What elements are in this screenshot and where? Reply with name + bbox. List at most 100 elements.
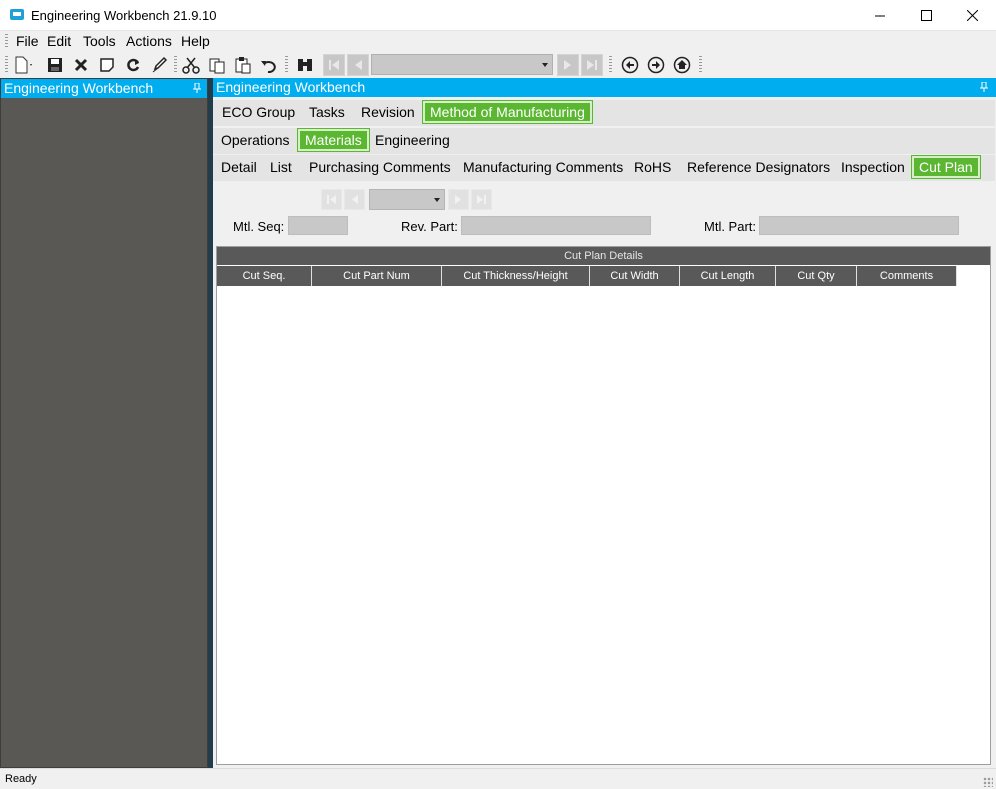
clear-icon	[100, 58, 114, 72]
delete-button[interactable]	[70, 54, 92, 76]
cutplan-last-button[interactable]	[471, 189, 492, 210]
chevron-down-icon	[542, 63, 548, 67]
toolbar-grip	[285, 56, 288, 74]
cutplan-first-button[interactable]	[321, 189, 342, 210]
column-header-comments[interactable]: Comments	[857, 266, 957, 286]
right-panel-header: Engineering Workbench	[213, 78, 996, 97]
menu-help[interactable]: Help	[181, 33, 210, 49]
copy-icon	[209, 58, 225, 74]
column-header-cut-part-num[interactable]: Cut Part Num	[312, 266, 442, 286]
tab-eco-group[interactable]: ECO Group	[222, 104, 295, 120]
menu-tools[interactable]: Tools	[83, 33, 116, 49]
record-selector-combo[interactable]	[371, 54, 553, 75]
last-record-icon	[477, 195, 486, 204]
mtl-seq-field[interactable]	[288, 216, 348, 235]
cutplan-record-combo[interactable]	[369, 189, 445, 210]
column-header-cut-qty[interactable]: Cut Qty	[776, 266, 857, 286]
tab-cut-plan[interactable]: Cut Plan	[912, 156, 980, 178]
close-button[interactable]	[949, 0, 995, 31]
tab-manufacturing-comments[interactable]: Manufacturing Comments	[463, 159, 623, 175]
tab-revision[interactable]: Revision	[361, 104, 415, 120]
tab-materials[interactable]: Materials	[298, 129, 369, 151]
cutplan-previous-button[interactable]	[344, 189, 365, 210]
pin-icon[interactable]	[980, 82, 988, 92]
app-icon	[10, 9, 24, 20]
search-button[interactable]	[294, 54, 316, 76]
tab-tasks[interactable]: Tasks	[309, 104, 345, 120]
tab-method-of-manufacturing[interactable]: Method of Manufacturing	[423, 101, 592, 123]
right-panel: Engineering Workbench ECO Group Tasks Re…	[212, 78, 996, 768]
cut-button[interactable]	[180, 54, 202, 76]
paste-icon	[235, 57, 251, 74]
toolbar-grip	[609, 56, 612, 74]
left-panel: Engineering Workbench	[0, 78, 208, 768]
first-record-button[interactable]	[323, 54, 345, 76]
tab-engineering[interactable]: Engineering	[375, 132, 450, 148]
cutplan-next-button[interactable]	[448, 189, 469, 210]
next-record-icon	[564, 60, 571, 70]
tab-row-tertiary: Detail List Purchasing Comments Manufact…	[213, 155, 995, 181]
menu-grip	[5, 34, 8, 48]
maximize-button[interactable]	[903, 0, 949, 31]
copy-button[interactable]	[206, 54, 228, 76]
menu-actions[interactable]: Actions	[126, 33, 172, 49]
tab-inspection[interactable]: Inspection	[841, 159, 905, 175]
last-record-icon	[587, 60, 597, 70]
binoculars-icon	[298, 59, 312, 71]
undo-all-button[interactable]	[148, 54, 170, 76]
column-header-cut-width[interactable]: Cut Width	[590, 266, 680, 286]
paste-button[interactable]	[232, 54, 254, 76]
rev-part-field[interactable]	[461, 216, 651, 235]
minimize-button[interactable]	[857, 0, 903, 31]
resize-grip-icon[interactable]	[983, 777, 993, 787]
next-record-icon	[455, 195, 461, 204]
left-panel-title: Engineering Workbench	[4, 80, 154, 96]
home-icon	[673, 56, 691, 74]
close-icon	[966, 10, 978, 21]
column-header-cut-thickness-height[interactable]: Cut Thickness/Height	[442, 266, 590, 286]
back-icon	[621, 56, 639, 74]
window-title-bar: Engineering Workbench 21.9.10	[0, 0, 996, 31]
refresh-icon	[127, 58, 140, 72]
next-record-button[interactable]	[557, 54, 579, 76]
undo-button[interactable]	[258, 54, 280, 76]
menu-bar: File Edit Tools Actions Help	[0, 31, 996, 51]
refresh-button[interactable]	[122, 54, 144, 76]
status-text: Ready	[5, 773, 37, 785]
tab-rohs[interactable]: RoHS	[634, 159, 671, 175]
column-header-cut-length[interactable]: Cut Length	[680, 266, 776, 286]
tab-reference-designators[interactable]: Reference Designators	[687, 159, 830, 175]
menu-file[interactable]: File	[16, 33, 39, 49]
save-icon	[48, 58, 62, 72]
menu-edit[interactable]: Edit	[47, 33, 71, 49]
tab-operations[interactable]: Operations	[221, 132, 289, 148]
delete-icon	[74, 58, 88, 72]
tab-purchasing-comments[interactable]: Purchasing Comments	[309, 159, 451, 175]
save-button[interactable]	[44, 54, 66, 76]
column-header-cut-seq[interactable]: Cut Seq.	[217, 266, 312, 286]
maximize-icon	[920, 10, 932, 21]
clear-button[interactable]	[96, 54, 118, 76]
mtl-part-field[interactable]	[759, 216, 959, 235]
pin-icon[interactable]	[193, 83, 201, 93]
right-panel-title: Engineering Workbench	[216, 79, 366, 95]
undo-all-icon	[152, 56, 168, 73]
forward-button[interactable]	[645, 54, 667, 76]
previous-record-button[interactable]	[347, 54, 369, 76]
tab-row-primary: ECO Group Tasks Revision Method of Manuf…	[213, 100, 995, 126]
undo-icon	[261, 61, 276, 73]
status-bar: Ready	[0, 768, 996, 789]
new-icon	[15, 56, 32, 74]
grid-caption: Cut Plan Details	[217, 247, 990, 265]
last-record-button[interactable]	[581, 54, 603, 76]
chevron-down-icon	[434, 198, 440, 202]
back-button[interactable]	[619, 54, 641, 76]
cut-plan-grid[interactable]: Cut Plan Details Cut Seq. Cut Part Num C…	[216, 246, 991, 765]
home-button[interactable]	[671, 54, 693, 76]
tab-row-secondary: Operations Materials Engineering	[213, 128, 995, 154]
cut-icon	[182, 57, 200, 74]
tab-list[interactable]: List	[270, 159, 292, 175]
toolbar	[0, 51, 996, 78]
tab-detail[interactable]: Detail	[221, 159, 257, 175]
new-button[interactable]	[12, 54, 34, 76]
